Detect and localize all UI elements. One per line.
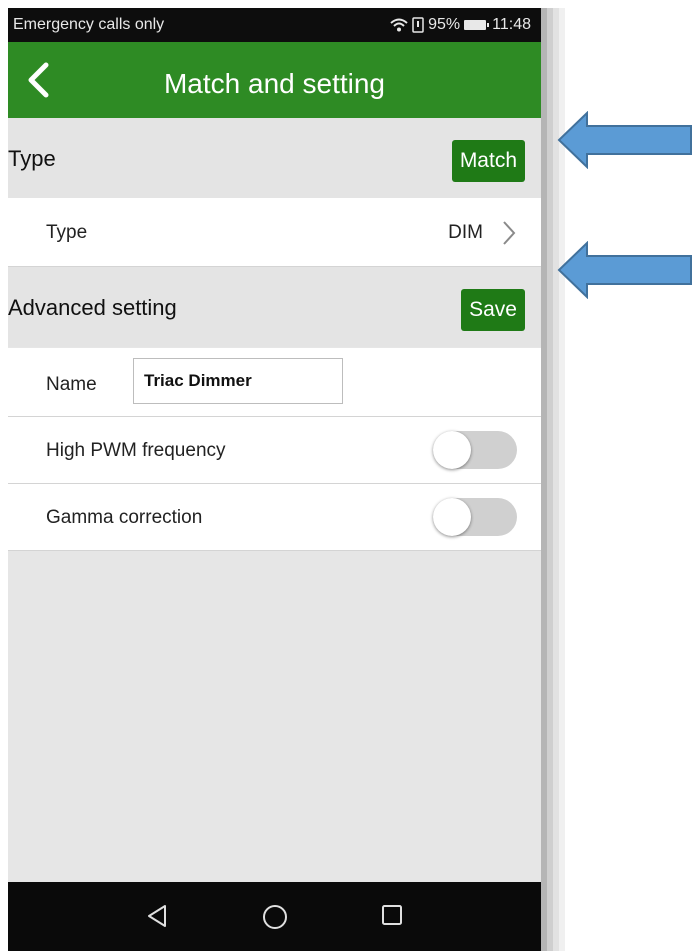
back-triangle-icon[interactable] — [146, 904, 168, 928]
battery-icon — [464, 20, 490, 30]
clock-time: 11:48 — [492, 16, 531, 33]
name-input[interactable] — [133, 358, 343, 404]
phone-screen: Emergency calls only 95% 11:48 Match and… — [8, 8, 541, 951]
name-label: Name — [46, 374, 97, 395]
save-pointer-arrow — [557, 241, 692, 299]
battery-percent: 95% — [428, 16, 461, 33]
gamma-correction-label: Gamma correction — [46, 507, 203, 528]
save-button[interactable]: Save — [461, 289, 525, 331]
app-bar: Match and setting — [8, 42, 541, 118]
chevron-right-icon — [503, 221, 516, 245]
toggle-knob — [433, 498, 471, 536]
data-icon — [412, 17, 424, 33]
high-pwm-label: High PWM frequency — [46, 440, 226, 461]
match-button[interactable]: Match — [451, 140, 525, 182]
high-pwm-toggle[interactable] — [433, 431, 517, 469]
name-row: Name — [8, 348, 541, 417]
type-section-title: Type — [8, 146, 56, 171]
system-nav-bar — [8, 882, 541, 951]
gamma-correction-toggle[interactable] — [433, 498, 517, 536]
advanced-section-header: Advanced setting Save — [8, 267, 541, 347]
type-section-header: Type Match — [8, 118, 541, 198]
high-pwm-row: High PWM frequency — [8, 417, 541, 484]
toggle-knob — [433, 431, 471, 469]
type-row-label: Type — [46, 222, 88, 243]
page-title: Match and setting — [163, 68, 386, 99]
match-pointer-arrow — [557, 111, 692, 169]
recents-square-icon[interactable] — [381, 904, 403, 926]
type-value: DIM — [448, 222, 483, 243]
gamma-correction-row: Gamma correction — [8, 484, 541, 551]
type-row[interactable]: Type DIM — [8, 198, 541, 267]
advanced-section-title: Advanced setting — [8, 295, 177, 320]
wifi-icon — [390, 18, 408, 32]
status-bar: Emergency calls only 95% 11:48 — [8, 8, 541, 42]
status-icons: 95% 11:48 — [390, 16, 531, 34]
home-circle-icon[interactable] — [262, 904, 288, 930]
carrier-text: Emergency calls only — [13, 16, 165, 33]
